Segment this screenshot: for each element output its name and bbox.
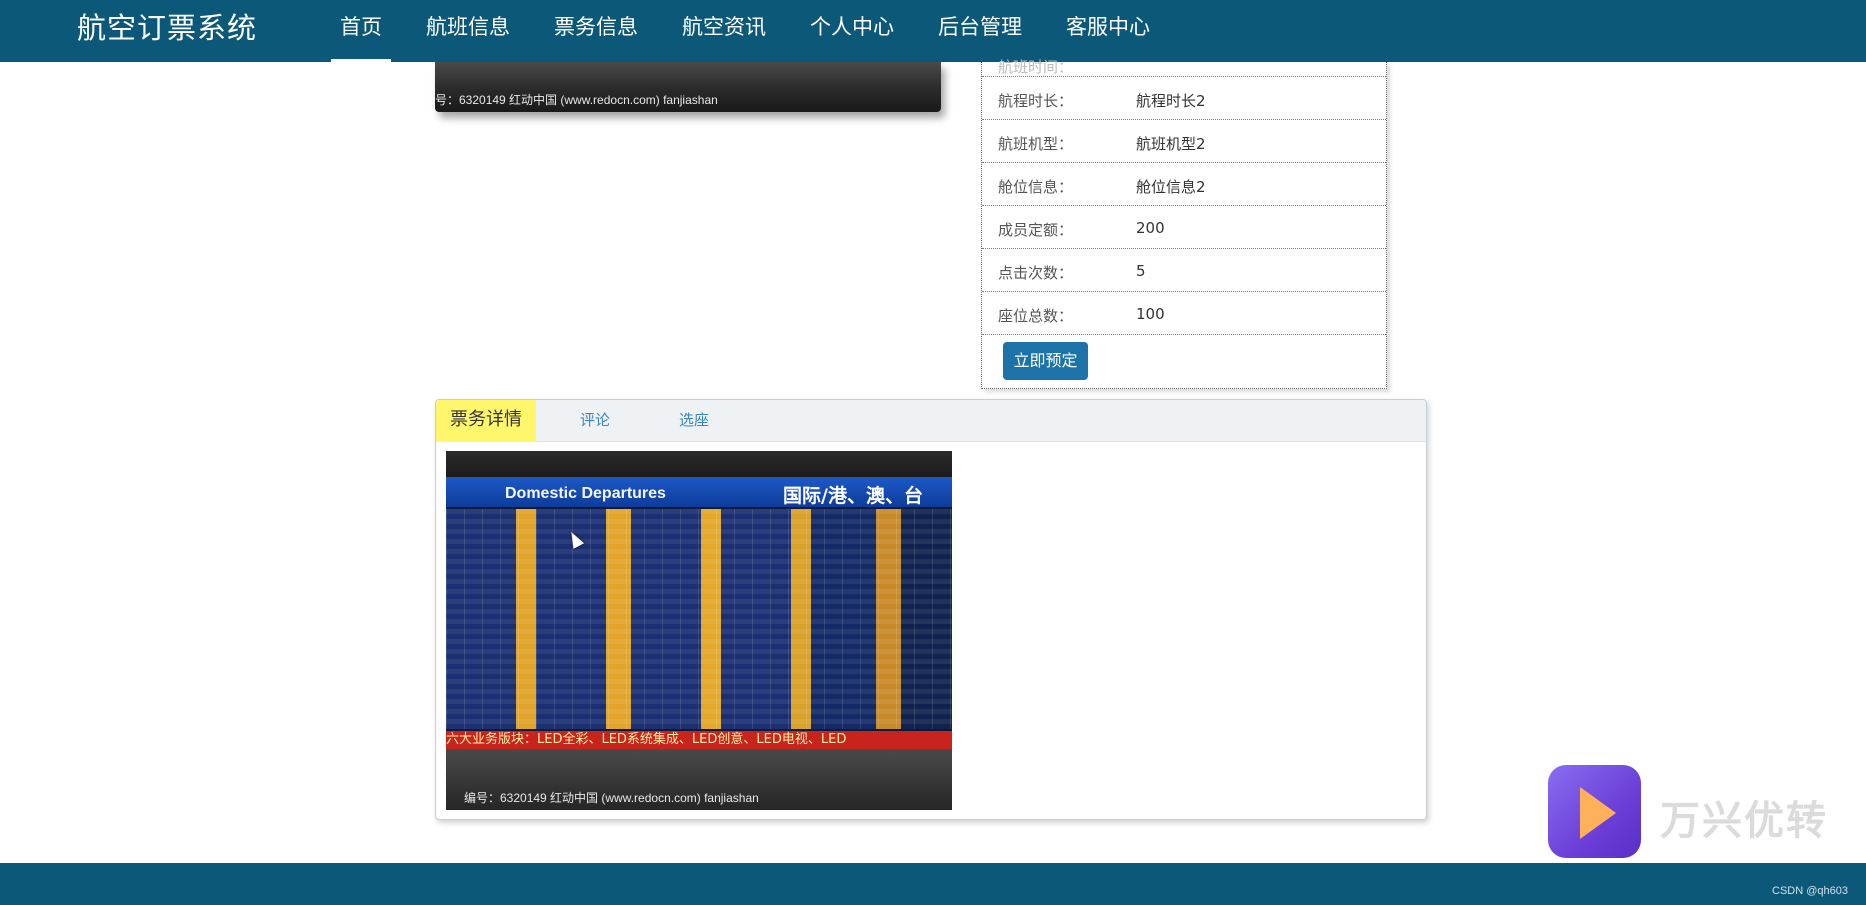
departure-board-image: Domestic Departures 国际/港、澳、台 六大业务版块：LED全…: [446, 451, 952, 810]
detail-tabs: 票务详情 评论 选座: [436, 400, 1426, 442]
board-ticker-text: 六大业务版块：LED全彩、LED系统集成、LED创意、LED电视、LED: [446, 732, 847, 747]
brand-title[interactable]: 航空订票系统: [77, 8, 257, 48]
board-flight-rows: [446, 509, 952, 729]
flight-cover-image: 号：6320149 红动中国 (www.redocn.com) fanjiash…: [435, 62, 941, 112]
image-caption: 编号：6320149 红动中国 (www.redocn.com) fanjias…: [464, 791, 759, 805]
book-now-button[interactable]: 立即预定: [1003, 342, 1088, 380]
tab-comments[interactable]: 评论: [580, 400, 610, 442]
nav-item-home[interactable]: 首页: [331, 0, 391, 62]
info-value: 航班机型2: [1136, 135, 1206, 153]
info-row-aircraft: 航班机型： 航班机型2: [982, 120, 1386, 163]
board-top-strip: [446, 451, 952, 477]
info-row-quota: 成员定额： 200: [982, 206, 1386, 249]
info-label: 成员定额：: [998, 221, 1074, 239]
board-ticker: 六大业务版块：LED全彩、LED系统集成、LED创意、LED电视、LED: [446, 731, 952, 749]
nav-item-profile[interactable]: 个人中心: [801, 0, 903, 62]
info-value: 200: [1136, 219, 1165, 237]
ticket-detail-panel: 票务详情 评论 选座 Domestic Departures 国际/港、澳、台 …: [435, 399, 1427, 820]
flight-info-table: 航班时间： 航程时长： 航程时长2 航班机型： 航班机型2 舱位信息： 舱位信息…: [981, 58, 1387, 389]
info-label: 航程时长：: [998, 92, 1074, 110]
info-value: 5: [1136, 262, 1146, 280]
info-row-clicks: 点击次数： 5: [982, 249, 1386, 292]
nav-item-news[interactable]: 航空资讯: [673, 0, 775, 62]
info-row-seats: 座位总数： 100: [982, 292, 1386, 335]
info-row-cabin: 舱位信息： 舱位信息2: [982, 163, 1386, 206]
play-icon: [1580, 787, 1616, 839]
page-footer: CSDN @qh603: [0, 863, 1866, 905]
watermark-text: 万兴优转: [1660, 798, 1828, 844]
tab-seat-selection[interactable]: 选座: [679, 400, 709, 442]
image-caption: 号：6320149 红动中国 (www.redocn.com) fanjiash…: [435, 93, 718, 107]
info-label: 航班机型：: [998, 135, 1074, 153]
nav-item-support[interactable]: 客服中心: [1057, 0, 1159, 62]
tab-ticket-detail[interactable]: 票务详情: [436, 400, 536, 442]
info-label: 航班时间：: [998, 58, 1074, 76]
footer-credit: CSDN @qh603: [1772, 885, 1848, 897]
info-row-partial: 航班时间：: [982, 58, 1386, 77]
info-value: 100: [1136, 305, 1165, 323]
info-value: 航程时长2: [1136, 92, 1206, 110]
nav-item-tickets[interactable]: 票务信息: [545, 0, 647, 62]
top-navbar: 航空订票系统 首页 航班信息 票务信息 航空资讯 个人中心 后台管理 客服中心: [0, 0, 1866, 62]
info-label: 座位总数：: [998, 307, 1074, 325]
info-row-duration: 航程时长： 航程时长2: [982, 77, 1386, 120]
info-label: 点击次数：: [998, 264, 1074, 282]
main-nav: 首页 航班信息 票务信息 航空资讯 个人中心 后台管理 客服中心: [331, 0, 1185, 62]
watermark-logo-icon: [1548, 765, 1641, 858]
info-value: 舱位信息2: [1136, 178, 1206, 196]
info-label: 舱位信息：: [998, 178, 1074, 196]
board-title-en: Domestic Departures: [505, 485, 666, 502]
nav-item-admin[interactable]: 后台管理: [929, 0, 1031, 62]
nav-item-flights[interactable]: 航班信息: [417, 0, 519, 62]
board-title-cn: 国际/港、澳、台: [783, 485, 923, 507]
